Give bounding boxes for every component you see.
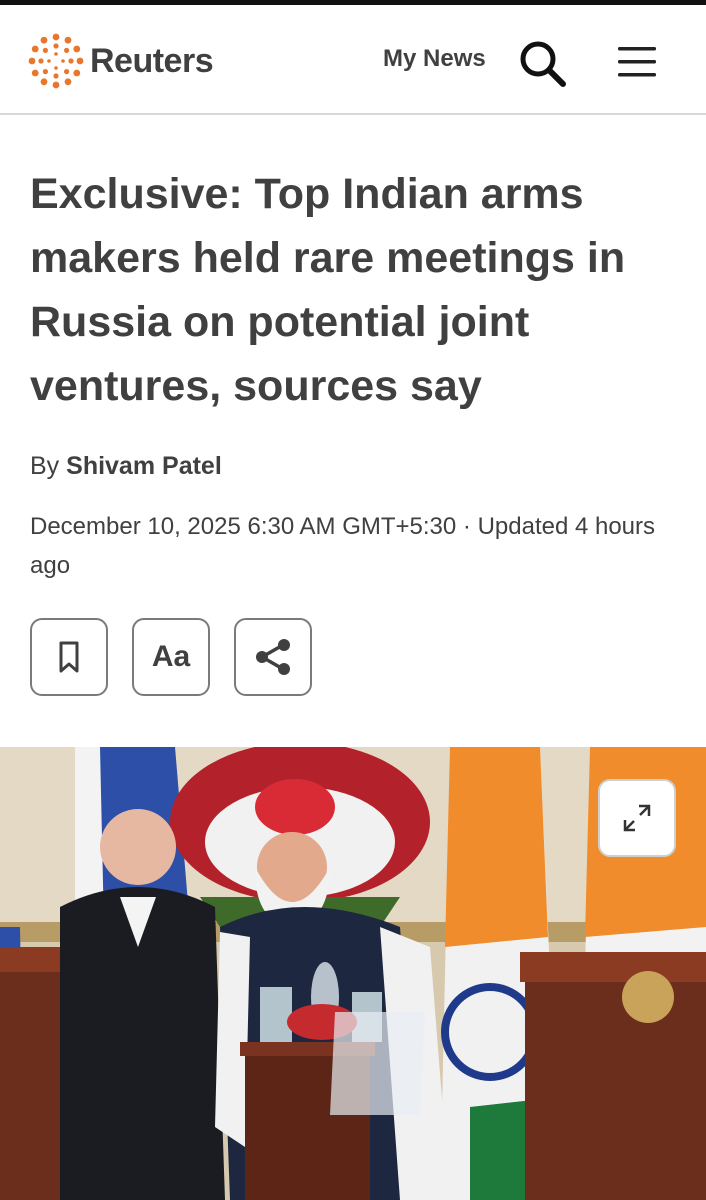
byline-prefix: By (30, 452, 60, 480)
article-actions: Aa (30, 618, 312, 696)
expand-icon (623, 804, 651, 832)
reuters-logo[interactable]: Reuters (28, 33, 214, 89)
article-headline: Exclusive: Top Indian arms makers held r… (30, 170, 626, 410)
menu-button[interactable] (614, 43, 660, 83)
brand-name: Reuters (90, 41, 214, 80)
reuters-logo-icon (28, 33, 84, 89)
bookmark-icon (59, 641, 79, 673)
text-size-button[interactable]: Aa (132, 618, 210, 696)
text-size-label: Aa (151, 640, 191, 673)
share-icon (256, 639, 290, 675)
author-link[interactable]: Shivam Patel (66, 452, 222, 480)
expand-photo-button[interactable] (598, 779, 676, 857)
my-news-link[interactable]: My News (383, 45, 486, 73)
search-button[interactable] (518, 39, 568, 89)
site-header: Reuters My News (0, 5, 706, 115)
publish-dateline: December 10, 2025 6:30 AM GMT+5:30 · Upd… (30, 513, 656, 579)
share-button[interactable] (234, 618, 312, 696)
bookmark-button[interactable] (30, 618, 108, 696)
hamburger-menu-icon (618, 47, 656, 77)
search-icon (520, 41, 566, 87)
byline: By Shivam Patel (30, 452, 222, 481)
article-photo[interactable] (0, 747, 706, 1200)
